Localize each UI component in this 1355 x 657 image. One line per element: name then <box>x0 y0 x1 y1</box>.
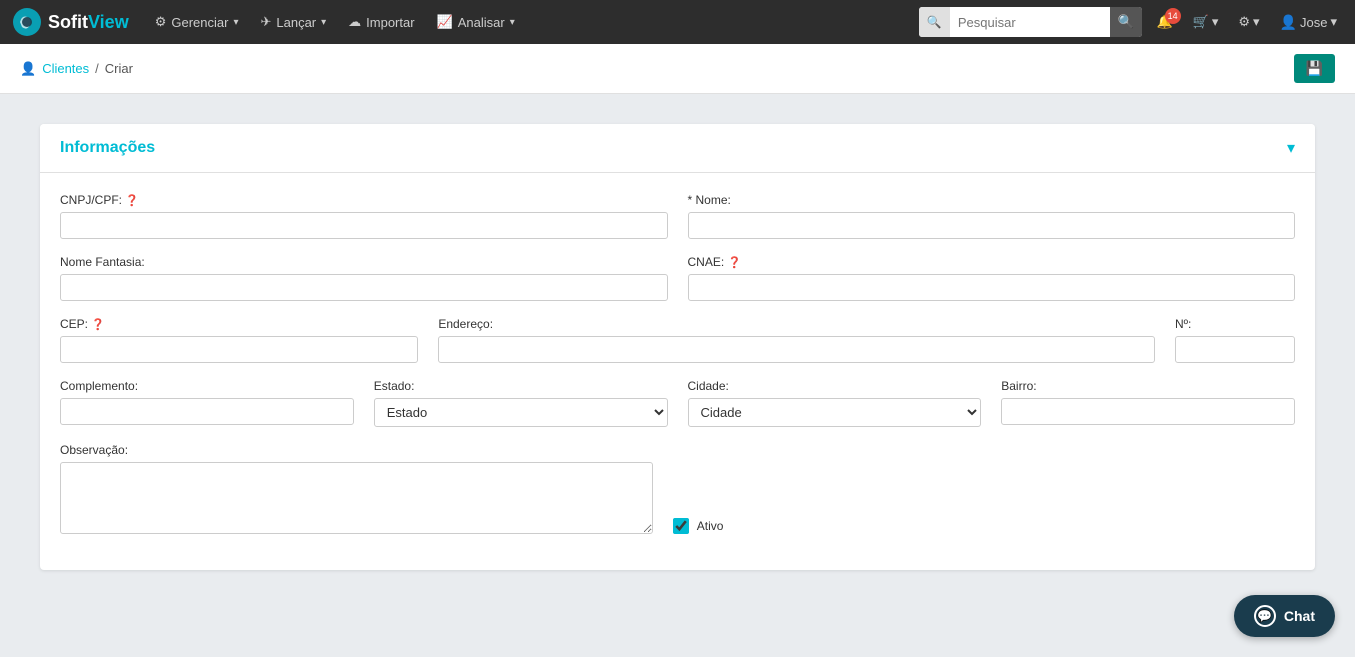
form-row-2: Nome Fantasia: CNAE: ❓ <box>60 255 1295 301</box>
field-cidade: Cidade: Cidade <box>688 379 982 427</box>
ativo-checkbox[interactable] <box>673 518 689 534</box>
numero-label: Nº: <box>1175 317 1295 331</box>
search-box: 🔍 🔍 <box>919 7 1143 37</box>
nav-gerenciar[interactable]: ⚙ Gerenciar ▾ <box>145 8 249 36</box>
send-icon: ✈ <box>260 14 271 30</box>
bairro-label: Bairro: <box>1001 379 1295 393</box>
cnae-input[interactable] <box>688 274 1296 301</box>
brand-sofit: Sofit <box>48 12 88 32</box>
save-button[interactable]: 💾 <box>1294 54 1335 83</box>
cnae-label: CNAE: ❓ <box>688 255 1296 269</box>
ativo-label: Ativo <box>697 519 724 533</box>
chat-label: Chat <box>1284 608 1315 624</box>
brand-logo-area[interactable]: SofitView <box>12 7 129 37</box>
field-endereco: Endereço: <box>438 317 1155 363</box>
estado-label: Estado: <box>374 379 668 393</box>
brand-logo-icon <box>12 7 42 37</box>
field-bairro: Bairro: <box>1001 379 1295 427</box>
cloud-upload-icon: ☁ <box>348 14 361 30</box>
field-nome-fantasia: Nome Fantasia: <box>60 255 668 301</box>
cep-label: CEP: ❓ <box>60 317 418 331</box>
cidade-label: Cidade: <box>688 379 982 393</box>
field-estado: Estado: Estado <box>374 379 668 427</box>
breadcrumb-bar: 👤 Clientes / Criar 💾 <box>0 44 1355 94</box>
nome-input[interactable] <box>688 212 1296 239</box>
breadcrumb-separator: / <box>95 61 99 76</box>
field-cep: CEP: ❓ <box>60 317 418 363</box>
chat-icon: 💬 <box>1254 605 1276 627</box>
settings-icon: ⚙ <box>1238 14 1250 30</box>
ativo-checkbox-group: Ativo <box>673 518 724 534</box>
cnpj-help-icon[interactable]: ❓ <box>125 195 139 207</box>
bairro-input[interactable] <box>1001 398 1295 425</box>
cnpj-label: CNPJ/CPF: ❓ <box>60 193 668 207</box>
field-nome: * Nome: <box>688 193 1296 239</box>
observacao-textarea[interactable] <box>60 462 653 534</box>
field-observacao: Observação: <box>60 443 653 534</box>
chevron-down-icon: ▾ <box>233 17 238 28</box>
search-input[interactable] <box>950 7 1110 37</box>
nome-label: * Nome: <box>688 193 1296 207</box>
estado-select[interactable]: Estado <box>374 398 668 427</box>
chat-button[interactable]: 💬 Chat <box>1234 595 1335 637</box>
brand-view: View <box>88 12 129 32</box>
endereco-label: Endereço: <box>438 317 1155 331</box>
notification-badge: 14 <box>1165 8 1181 24</box>
cart-icon: 🛒 <box>1193 14 1209 30</box>
nav-analisar[interactable]: 📈 Analisar ▾ <box>427 8 525 36</box>
form-row-4: Complemento: Estado: Estado Cidade: Cida… <box>60 379 1295 427</box>
save-icon: 💾 <box>1306 60 1323 77</box>
cnpj-input[interactable] <box>60 212 668 239</box>
form-card: Informações ▾ CNPJ/CPF: ❓ * Nome: <box>40 124 1315 570</box>
nome-fantasia-input[interactable] <box>60 274 668 301</box>
person-breadcrumb-icon: 👤 <box>20 61 36 77</box>
nav-lancar[interactable]: ✈ Lançar ▾ <box>250 8 336 36</box>
breadcrumb-clientes-link[interactable]: Clientes <box>42 61 89 76</box>
field-numero: Nº: <box>1175 317 1295 363</box>
complemento-input[interactable] <box>60 398 354 425</box>
numero-input[interactable] <box>1175 336 1295 363</box>
nome-fantasia-label: Nome Fantasia: <box>60 255 668 269</box>
field-cnpj: CNPJ/CPF: ❓ <box>60 193 668 239</box>
chevron-down-icon: ▾ <box>1330 14 1337 30</box>
nav-items: ⚙ Gerenciar ▾ ✈ Lançar ▾ ☁ Importar 📈 An… <box>145 8 919 36</box>
cart-button[interactable]: 🛒 ▾ <box>1187 10 1225 34</box>
settings-button[interactable]: ⚙ ▾ <box>1232 10 1265 34</box>
user-menu[interactable]: 👤 Jose ▾ <box>1274 10 1343 35</box>
chart-icon: 📈 <box>437 14 453 30</box>
form-row-1: CNPJ/CPF: ❓ * Nome: <box>60 193 1295 239</box>
navbar: SofitView ⚙ Gerenciar ▾ ✈ Lançar ▾ ☁ Imp… <box>0 0 1355 44</box>
cidade-select[interactable]: Cidade <box>688 398 982 427</box>
search-button[interactable]: 🔍 <box>1110 7 1143 37</box>
search-prefix-icon: 🔍 <box>919 7 950 37</box>
form-card-header: Informações ▾ <box>40 124 1315 173</box>
chevron-down-icon: ▾ <box>510 17 515 28</box>
observacao-label: Observação: <box>60 443 653 457</box>
cep-input[interactable] <box>60 336 418 363</box>
notifications-button[interactable]: 🔔 14 <box>1150 10 1178 34</box>
field-ativo: Ativo <box>673 443 724 534</box>
form-card-body: CNPJ/CPF: ❓ * Nome: Nome Fantasia: <box>40 173 1315 570</box>
main-content: Informações ▾ CNPJ/CPF: ❓ * Nome: <box>0 94 1355 600</box>
complemento-label: Complemento: <box>60 379 354 393</box>
form-row-5: Observação: Ativo <box>60 443 1295 534</box>
breadcrumb-current: Criar <box>105 61 133 76</box>
form-title: Informações <box>60 139 155 157</box>
cnae-help-icon[interactable]: ❓ <box>728 257 742 269</box>
chevron-down-icon: ▾ <box>1253 14 1260 30</box>
form-row-3: CEP: ❓ Endereço: Nº: <box>60 317 1295 363</box>
navbar-right: 🔍 🔍 🔔 14 🛒 ▾ ⚙ ▾ 👤 Jose ▾ <box>919 7 1343 37</box>
cep-help-icon[interactable]: ❓ <box>91 319 105 331</box>
endereco-input[interactable] <box>438 336 1155 363</box>
chevron-down-icon: ▾ <box>321 17 326 28</box>
person-icon: 👤 <box>1280 14 1297 31</box>
nav-importar[interactable]: ☁ Importar <box>338 8 424 36</box>
field-cnae: CNAE: ❓ <box>688 255 1296 301</box>
gear-icon: ⚙ <box>155 14 167 30</box>
collapse-icon[interactable]: ▾ <box>1287 138 1295 158</box>
chevron-down-icon: ▾ <box>1212 14 1219 30</box>
field-complemento: Complemento: <box>60 379 354 427</box>
